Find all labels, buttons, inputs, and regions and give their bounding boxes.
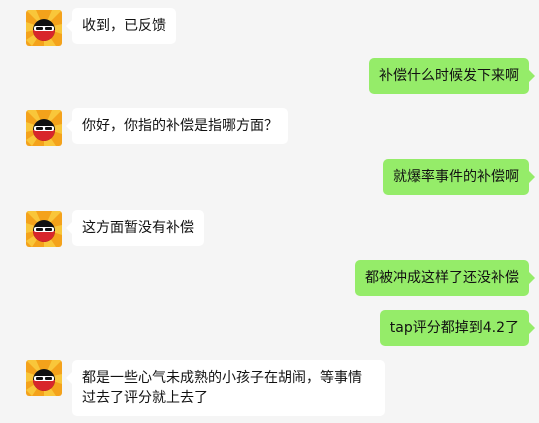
message-bubble[interactable]: 收到，已反馈 [66,8,176,44]
ninja-avatar-icon[interactable] [26,360,62,396]
message-bubble[interactable]: 都被冲成这样了还没补偿 [355,260,535,296]
message-bubble[interactable]: 你好，你指的补偿是指哪方面？ [66,108,288,144]
message-bubble[interactable]: 补偿什么时候发下来啊 [369,58,535,94]
message-bubble[interactable]: 这方面暂没有补偿 [66,210,204,246]
ninja-avatar-icon[interactable] [26,10,62,46]
ninja-avatar-icon[interactable] [26,211,62,247]
message-bubble[interactable]: tap评分都掉到4.2了 [379,310,536,346]
ninja-avatar-icon[interactable] [26,110,62,146]
chat-window: 收到，已反馈 补偿什么时候发下来啊 你好，你指的补偿是指哪方面？ 就爆率事件的补… [0,0,539,423]
message-bubble[interactable]: 都是一些心气未成熟的小孩子在胡闹，等事情过去了评分就上去了 [66,360,385,416]
message-bubble[interactable]: 就爆率事件的补偿啊 [383,159,535,195]
